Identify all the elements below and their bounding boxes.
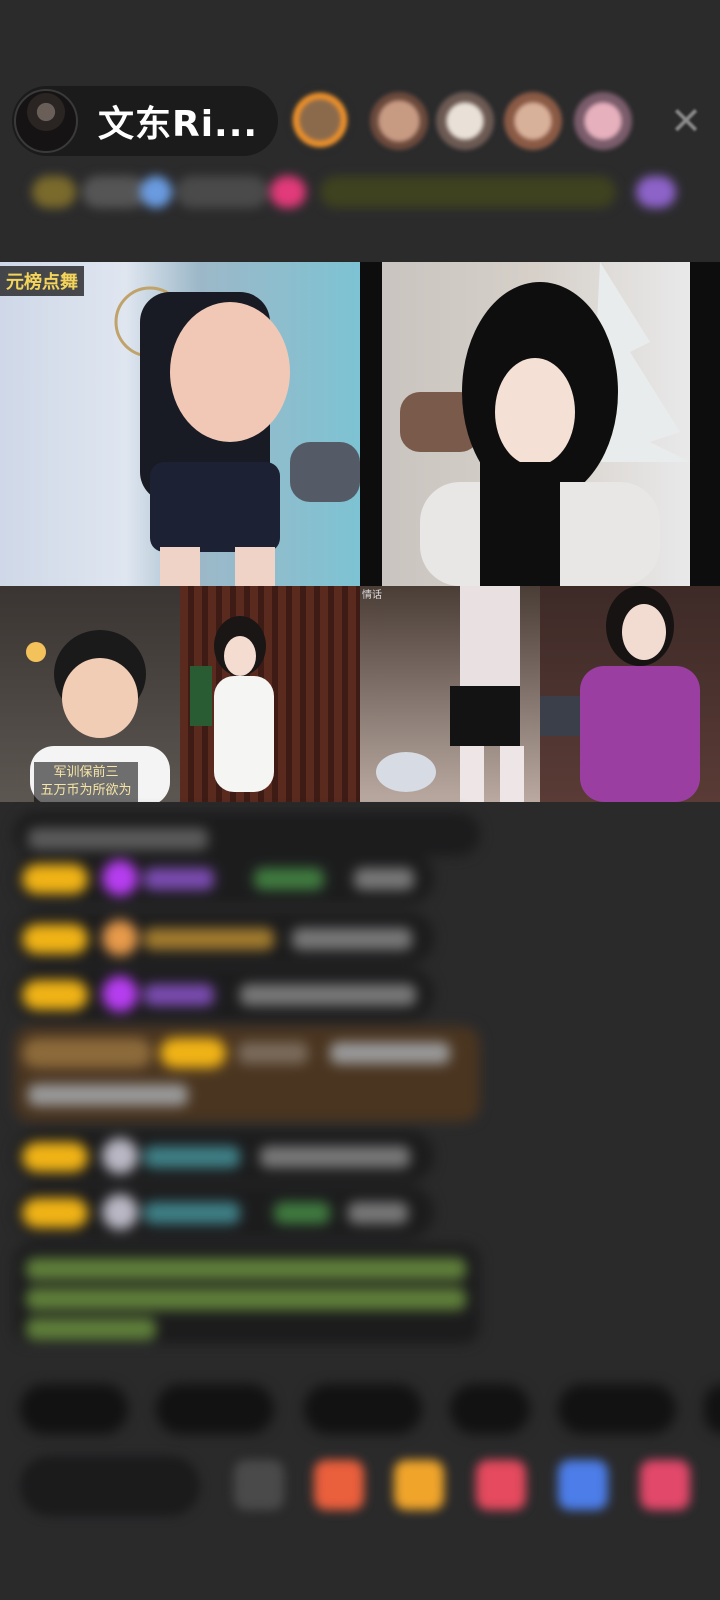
tile-tag: 元榜点舞 [0,266,84,296]
treasure-icon[interactable] [394,1460,444,1510]
fans-badge[interactable] [32,176,76,208]
chat-user [144,984,214,1006]
hot-icon[interactable] [270,176,306,208]
quick-chip[interactable] [558,1384,676,1434]
chat-text [330,1042,450,1064]
gem-icon [102,1194,138,1230]
caption-line-1: 军训保前三 [53,765,119,780]
notice-text [26,1258,466,1280]
chat-user [144,1202,240,1224]
viewer-avatar-1[interactable] [288,88,352,152]
viewer-avatar-3[interactable] [436,92,494,150]
viewer-avatar-5[interactable] [574,92,632,150]
chat-message[interactable] [14,852,434,904]
chat-message-highlight[interactable] [14,1026,480,1122]
quick-actions [0,1384,720,1434]
caption-line-2: 五万币为所欲为 [40,783,132,798]
chat-input[interactable] [20,1456,200,1516]
level-badge [22,980,88,1010]
streamer-figure-2 [400,262,690,586]
gem-icon [102,1138,138,1174]
video-tile-5[interactable] [360,586,540,802]
blurred-label [82,176,146,208]
gem-icon [102,920,138,956]
more-gift-icon[interactable] [640,1460,690,1510]
chat-user [254,868,324,890]
level-badge [22,924,88,954]
chat-text [354,868,414,890]
chat-message[interactable] [14,1186,434,1238]
chat-user [274,1202,330,1224]
chat-text [292,928,412,950]
marquee-banner[interactable] [320,176,616,208]
chat-user [144,1146,240,1168]
streamer-figure-5 [376,586,524,802]
chat-message[interactable] [14,912,434,964]
level-badge [22,1142,88,1172]
chat-text [240,984,416,1006]
chat-user [238,1042,308,1064]
viewer-avatar-4[interactable] [504,92,562,150]
host-name: 文东Ri... [98,104,259,145]
notice-text [26,1288,466,1310]
notice-text [26,1318,156,1340]
streamer-figure-1 [114,286,360,586]
video-tile-3[interactable]: 军训保前三 五万币为所欲为 [0,586,180,802]
video-tile-1[interactable]: 元榜点舞 [0,262,360,586]
chat-user [144,868,214,890]
tile-caption: 军训保前三 五万币为所欲为 [34,762,138,802]
top-bar: 文东Ri... ✕ [0,0,720,260]
quick-chip[interactable] [704,1384,720,1434]
bottom-bar [0,1452,720,1532]
level-badge [22,864,88,894]
video-grid: 元榜点舞 军训保前三 五万币为所欲为 [0,262,720,802]
quick-chip[interactable] [450,1384,530,1434]
close-icon[interactable]: ✕ [668,102,704,140]
chat-text [260,1146,410,1168]
gem-icon [102,860,138,896]
chat-message[interactable] [14,1130,434,1182]
chat-message[interactable] [14,968,434,1020]
gift-box-icon[interactable] [314,1460,364,1510]
blurred-label [176,176,268,208]
viewer-avatar-2[interactable] [370,92,428,150]
streamer-figure-4 [190,616,274,792]
chat-user [144,928,274,950]
red-packet-icon[interactable] [476,1460,526,1510]
host-info-pill[interactable]: 文东Ri... [12,86,278,156]
level-badge [22,1038,152,1068]
streamer-figure-6 [540,586,700,802]
gem-icon [102,976,138,1012]
quick-chip[interactable] [20,1384,128,1434]
quick-chip[interactable] [156,1384,274,1434]
video-tile-4[interactable] [180,586,360,802]
status-strip [24,168,700,216]
chat-text [28,1084,188,1106]
video-tile-6[interactable] [540,586,720,802]
level-badge [22,1198,88,1228]
chat-text [348,1202,408,1224]
level-badge [160,1038,226,1068]
host-avatar[interactable] [14,89,78,153]
video-tile-2[interactable] [360,262,720,586]
system-notice [14,1244,480,1344]
gift-icon[interactable] [636,176,676,208]
game-icon[interactable] [558,1460,608,1510]
tile-small-tag: 情话 [362,590,382,601]
chat-message[interactable] [14,812,480,856]
rank-icon[interactable] [140,176,172,208]
chat-text [28,828,208,850]
emoji-icon[interactable] [234,1460,284,1510]
quick-chip[interactable] [304,1384,422,1434]
